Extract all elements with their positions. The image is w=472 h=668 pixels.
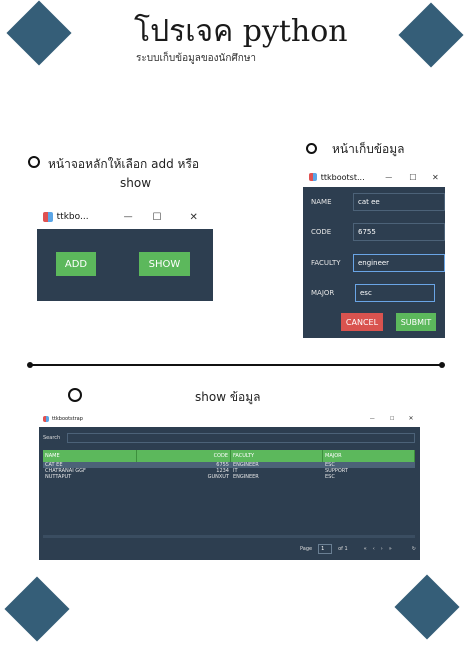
search-input[interactable] [67, 433, 415, 443]
name-label: NAME [311, 198, 332, 206]
close-icon[interactable]: ✕ [174, 212, 213, 223]
bullet-circle-icon [28, 156, 40, 168]
section-divider [30, 364, 442, 366]
search-label: Search [43, 435, 61, 441]
name-field[interactable]: cat ee [353, 193, 445, 211]
corner-diamond-bottom-left [4, 576, 70, 642]
form-window-title: ttkbootst... [320, 172, 365, 182]
column-header-code[interactable]: CODE [137, 450, 231, 462]
corner-diamond-bottom-right [394, 574, 460, 640]
faculty-field[interactable]: engineer [353, 254, 445, 272]
cell-faculty: ENGINEER [233, 474, 259, 480]
horizontal-scrollbar[interactable] [43, 535, 415, 538]
cell-name: NUTTAPUT [45, 474, 72, 480]
corner-diamond-top-left [6, 0, 72, 66]
show-caption: show ข้อมูล [195, 390, 261, 404]
cancel-button[interactable]: CANCEL [341, 313, 383, 331]
main-caption-line2: show [120, 176, 152, 190]
column-header-major[interactable]: MAJOR [323, 450, 415, 462]
prev-page-icon[interactable]: ‹ [373, 546, 375, 552]
code-field[interactable]: 6755 [353, 223, 445, 241]
app-logo-icon [43, 212, 53, 222]
submit-button[interactable]: SUBMIT [396, 313, 436, 331]
next-page-icon[interactable]: › [381, 546, 383, 552]
code-label: CODE [311, 228, 332, 236]
data-table: NAME CODE FACULTY MAJOR CAT EE 6755 ENGI… [43, 450, 415, 480]
page-number-input[interactable]: 1 [318, 544, 333, 554]
cell-code: GUNXUT [207, 474, 229, 480]
maximize-icon[interactable]: ☐ [140, 212, 175, 223]
major-label: MAJOR [311, 289, 335, 297]
corner-diamond-top-right [398, 2, 464, 68]
app-logo-icon [309, 173, 317, 181]
major-field[interactable]: esc [355, 284, 435, 302]
add-button[interactable]: ADD [56, 252, 96, 276]
close-icon[interactable]: ✕ [426, 173, 445, 182]
pagination: Page 1 of 1 « ‹ › » ↻ [300, 542, 416, 556]
show-window-title: ttkbootstrap [51, 415, 83, 422]
minimize-icon[interactable]: — [362, 416, 382, 422]
form-window: ttkbootst... — ☐ ✕ NAME cat ee CODE 6755… [303, 167, 445, 338]
table-header: NAME CODE FACULTY MAJOR [43, 450, 415, 462]
page-of-label: of 1 [338, 546, 348, 552]
show-window-titlebar: ttkbootstrap — ☐ ✕ [39, 410, 420, 427]
main-window-titlebar: ttkbo... — ☐ ✕ [37, 205, 213, 229]
minimize-icon[interactable]: — [377, 173, 400, 181]
show-button[interactable]: SHOW [139, 252, 190, 276]
column-header-name[interactable]: NAME [43, 450, 137, 462]
app-logo-icon [43, 415, 49, 422]
main-window: ttkbo... — ☐ ✕ ADD SHOW [37, 205, 213, 301]
refresh-icon[interactable]: ↻ [412, 546, 416, 552]
page-label: Page [299, 546, 313, 552]
minimize-icon[interactable]: — [117, 212, 140, 222]
maximize-icon[interactable]: ☐ [400, 173, 425, 182]
bullet-circle-icon [68, 388, 82, 402]
main-caption-line1: หน้าจอหลักให้เลือก add หรือ [48, 157, 200, 171]
last-page-icon[interactable]: » [389, 546, 392, 552]
form-caption: หน้าเก็บข้อมูล [332, 142, 405, 156]
show-window: ttkbootstrap — ☐ ✕ Search NAME CODE FACU… [39, 410, 420, 560]
divider-endpoint-right [439, 362, 445, 368]
maximize-icon[interactable]: ☐ [382, 416, 402, 422]
page-title: โปรเจค python [134, 14, 348, 49]
close-icon[interactable]: ✕ [402, 415, 420, 422]
main-window-title: ttkbo... [56, 212, 89, 222]
divider-endpoint-left [27, 362, 33, 368]
search-row: Search [43, 432, 415, 444]
cell-major: ESC [325, 474, 335, 480]
bullet-circle-icon [306, 143, 317, 154]
faculty-label: FACULTY [311, 259, 341, 267]
page-subtitle: ระบบเก็บข้อมูลของนักศึกษา [136, 53, 257, 64]
table-row[interactable]: NUTTAPUT GUNXUT ENGINEER ESC [43, 474, 415, 480]
column-header-faculty[interactable]: FACULTY [231, 450, 323, 462]
first-page-icon[interactable]: « [364, 546, 367, 552]
form-window-titlebar: ttkbootst... — ☐ ✕ [303, 167, 445, 187]
